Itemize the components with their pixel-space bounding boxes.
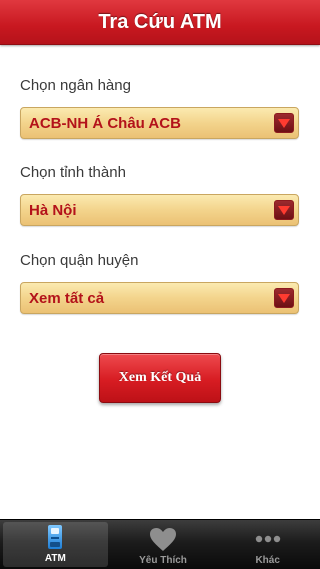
tab-bar: ATM Yêu Thích Khác bbox=[0, 519, 320, 569]
heart-icon bbox=[149, 525, 177, 553]
district-select[interactable]: Xem tất cả bbox=[20, 282, 299, 314]
more-icon bbox=[255, 525, 281, 553]
tab-favorites-label: Yêu Thích bbox=[139, 555, 187, 566]
bank-select-value: ACB-NH Á Châu ACB bbox=[29, 114, 181, 132]
dropdown-arrow-icon bbox=[274, 200, 294, 220]
atm-icon bbox=[46, 523, 64, 551]
bank-label: Chọn ngân hàng bbox=[20, 77, 131, 94]
dropdown-arrow-icon bbox=[274, 113, 294, 133]
tab-atm[interactable]: ATM bbox=[3, 522, 108, 567]
tab-atm-label: ATM bbox=[44, 553, 66, 564]
navigation-bar: Tra Cứu ATM bbox=[0, 0, 320, 45]
district-label: Chọn quận huyện bbox=[20, 252, 139, 269]
tab-favorites[interactable]: Yêu Thích bbox=[111, 520, 216, 569]
province-select[interactable]: Hà Nội bbox=[20, 194, 299, 226]
province-select-value: Hà Nội bbox=[29, 201, 77, 219]
tab-more[interactable]: Khác bbox=[215, 520, 320, 569]
province-label: Chọn tỉnh thành bbox=[20, 164, 126, 181]
bank-select[interactable]: ACB-NH Á Châu ACB bbox=[20, 107, 299, 139]
dropdown-arrow-icon bbox=[274, 288, 294, 308]
view-results-button[interactable]: Xem Kết Quả bbox=[99, 353, 221, 403]
tab-more-label: Khác bbox=[255, 555, 280, 566]
district-select-value: Xem tất cả bbox=[29, 289, 105, 307]
page-title: Tra Cứu ATM bbox=[98, 10, 222, 33]
